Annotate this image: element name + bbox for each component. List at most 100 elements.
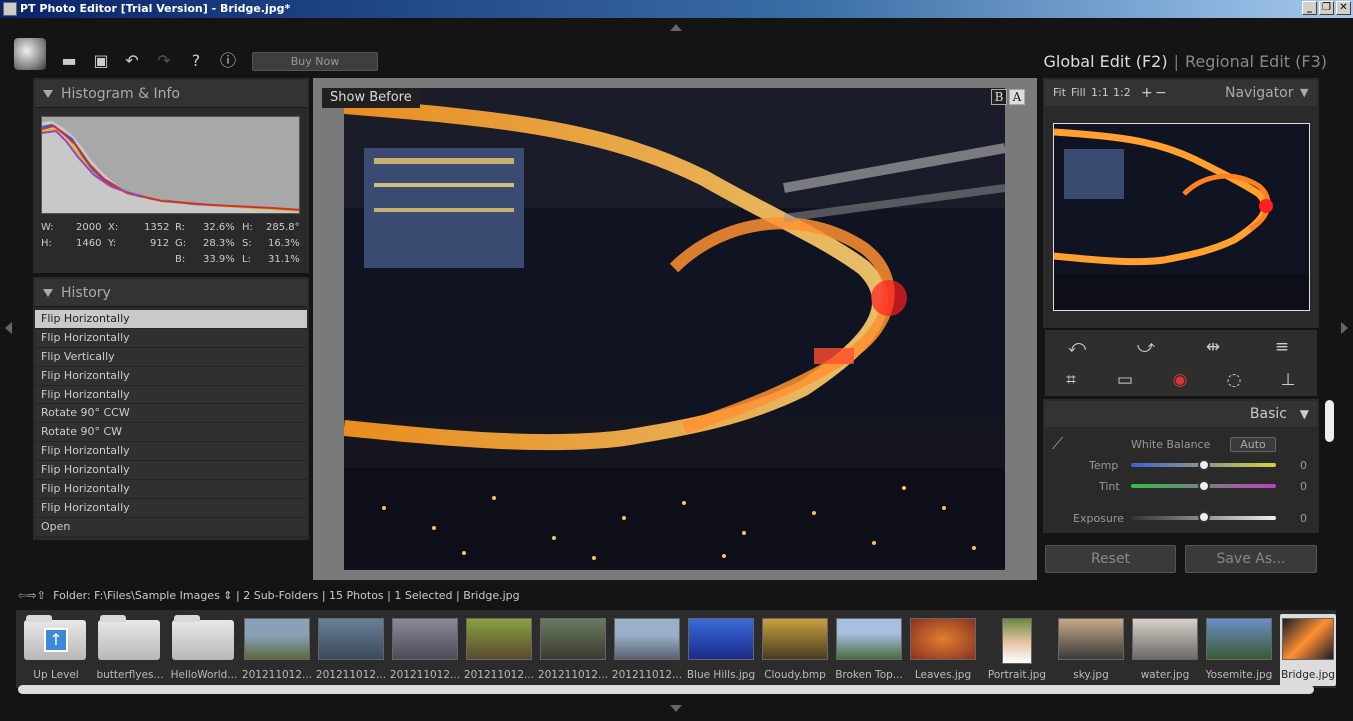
filmstrip-item[interactable]: Portrait.jpg [981,614,1053,686]
zoom-1-1[interactable]: 1:1 [1091,80,1109,106]
flip-vertical-icon[interactable]: ≡ [1270,336,1294,358]
collapse-right-arrow-icon[interactable] [1341,322,1348,334]
exposure-value: 0 [1300,512,1307,525]
zoom-out-icon[interactable]: − [1155,80,1167,106]
history-item[interactable]: Flip Horizontally [35,498,307,518]
filmstrip-item[interactable]: 201211012... [537,614,609,686]
zoom-in-icon[interactable]: + [1141,80,1153,106]
info-icon[interactable]: ⓘ [219,52,237,70]
history-item[interactable]: Flip Horizontally [35,328,307,348]
up-arrow-icon[interactable]: ⇧ [36,589,45,602]
help-icon[interactable]: ? [187,52,205,70]
filmstrip-item[interactable]: Leaves.jpg [907,614,979,686]
filmstrip-item[interactable]: 201211012... [389,614,461,686]
folder-path-text[interactable]: Folder: F:\Files\Sample Images ⇕ | 2 Sub… [53,589,519,602]
filmstrip-item[interactable]: 201211012... [611,614,683,686]
filmstrip-item[interactable]: butterflyes... [94,614,166,686]
zoom-fill[interactable]: Fill [1071,80,1086,106]
filmstrip-label: butterflyes... [96,669,164,681]
filmstrip-label: Cloudy.bmp [764,669,826,681]
navigator-thumbnail[interactable] [1053,123,1310,311]
filmstrip-item[interactable]: Blue Hills.jpg [685,614,757,686]
history-header[interactable]: History [35,279,307,307]
red-eye-icon[interactable]: ◉ [1168,369,1192,391]
history-item[interactable]: Flip Horizontally [35,480,307,499]
back-arrow-icon[interactable]: ⇦ [18,589,27,602]
thumbnail-image [1282,618,1334,660]
rotate-left-icon[interactable]: ⤺ [1065,336,1089,358]
crop-icon[interactable]: ⌗ [1059,369,1083,391]
navigator-header: Fit Fill 1:1 1:2 + − Navigator ▼ [1045,80,1317,106]
global-edit-tab[interactable]: Global Edit (F2) [1044,52,1168,71]
reset-button[interactable]: Reset [1045,545,1176,573]
exposure-slider-knob[interactable] [1198,511,1210,523]
filmstrip-item[interactable]: ↑ Up Level [20,614,92,686]
history-item[interactable]: Flip Horizontally [35,385,307,405]
filmstrip-item[interactable]: HelloWorld... [168,614,240,686]
minimize-button[interactable]: _ [1302,1,1317,15]
filmstrip-label: Blue Hills.jpg [686,669,756,681]
undo-icon[interactable]: ↶ [123,52,141,70]
filmstrip-label: sky.jpg [1073,669,1109,681]
buy-now-button[interactable]: Buy Now [252,52,378,71]
filmstrip-item[interactable]: 201211012... [463,614,535,686]
folder-path-bar: ⇦⇨⇧ Folder: F:\Files\Sample Images ⇕ | 2… [18,589,520,602]
history-item[interactable]: Open [35,517,307,537]
collapse-triangle-icon[interactable]: ▼ [1300,80,1308,106]
filmstrip-scrollbar[interactable] [18,685,1314,694]
edited-photo[interactable] [344,88,1005,570]
s-value: 16.3% [268,238,300,249]
basic-header[interactable]: Basic ▼ [1045,401,1317,427]
filmstrip-item[interactable]: 201211012... [241,614,313,686]
rotate-right-icon[interactable]: ⤻ [1134,336,1158,358]
history-item[interactable]: Rotate 90° CW [35,423,307,443]
eyedropper-icon[interactable]: ⟋ [1052,434,1074,454]
zoom-fit[interactable]: Fit [1053,80,1066,106]
history-item[interactable]: Flip Horizontally [35,366,307,386]
filmstrip-item[interactable]: 201211012... [315,614,387,686]
temp-slider-knob[interactable] [1198,459,1210,471]
s-label: S: [242,238,252,249]
collapse-top-arrow-icon[interactable] [670,24,682,31]
close-button[interactable]: ✕ [1336,1,1351,15]
collapse-bottom-arrow-icon[interactable] [670,705,682,712]
histogram-graph [41,116,300,214]
history-item[interactable]: Flip Vertically [35,347,307,367]
white-balance-label: White Balance [1131,438,1211,451]
show-before-button[interactable]: Show Before [322,88,420,108]
filmstrip-item[interactable]: Broken Top... [833,614,905,686]
filmstrip-item[interactable]: Cloudy.bmp [759,614,831,686]
open-folder-icon[interactable]: ▬ [60,52,78,70]
restore-button[interactable]: ❐ [1319,1,1334,15]
regional-edit-tab[interactable]: Regional Edit (F3) [1185,52,1327,71]
clone-stamp-icon[interactable]: ⊥ [1276,369,1300,391]
history-item[interactable]: Rotate 90° CCW [35,404,307,424]
filmstrip-item[interactable]: Yosemite.jpg [1203,614,1275,686]
filmstrip: ↑ Up Level butterflyes... HelloWorld... … [16,610,1336,688]
after-toggle[interactable]: A [1009,89,1025,105]
redo-icon[interactable]: ↷ [155,52,173,70]
tint-slider-knob[interactable] [1198,480,1210,492]
filmstrip-item[interactable]: water.jpg [1129,614,1201,686]
history-item[interactable]: Flip Horizontally [35,461,307,481]
g-value: 28.3% [203,238,235,249]
auto-white-balance-button[interactable]: Auto [1230,437,1276,452]
before-toggle[interactable]: B [991,89,1007,105]
filmstrip-item[interactable]: sky.jpg [1055,614,1127,686]
histogram-header[interactable]: Histogram & Info [35,80,307,108]
save-icon[interactable]: ▣ [92,52,110,70]
exposure-label: Exposure [1073,512,1124,525]
history-item[interactable]: Flip Horizontally [35,310,307,329]
collapse-left-arrow-icon[interactable] [5,322,12,334]
history-item[interactable]: Flip Horizontally [35,442,307,462]
save-as-button[interactable]: Save As... [1185,545,1317,573]
filmstrip-label: Broken Top... [835,669,903,681]
thumbnail-image [1058,618,1124,660]
filmstrip-item-selected[interactable]: Bridge.jpg [1280,614,1336,686]
straighten-icon[interactable]: ▭ [1113,369,1137,391]
filmstrip-label: Leaves.jpg [914,669,972,681]
zoom-1-2[interactable]: 1:2 [1113,80,1131,106]
spot-heal-icon[interactable]: ◌ [1222,369,1246,391]
adjustments-scrollbar[interactable] [1325,400,1334,442]
flip-horizontal-icon[interactable]: ⇹ [1201,336,1225,358]
